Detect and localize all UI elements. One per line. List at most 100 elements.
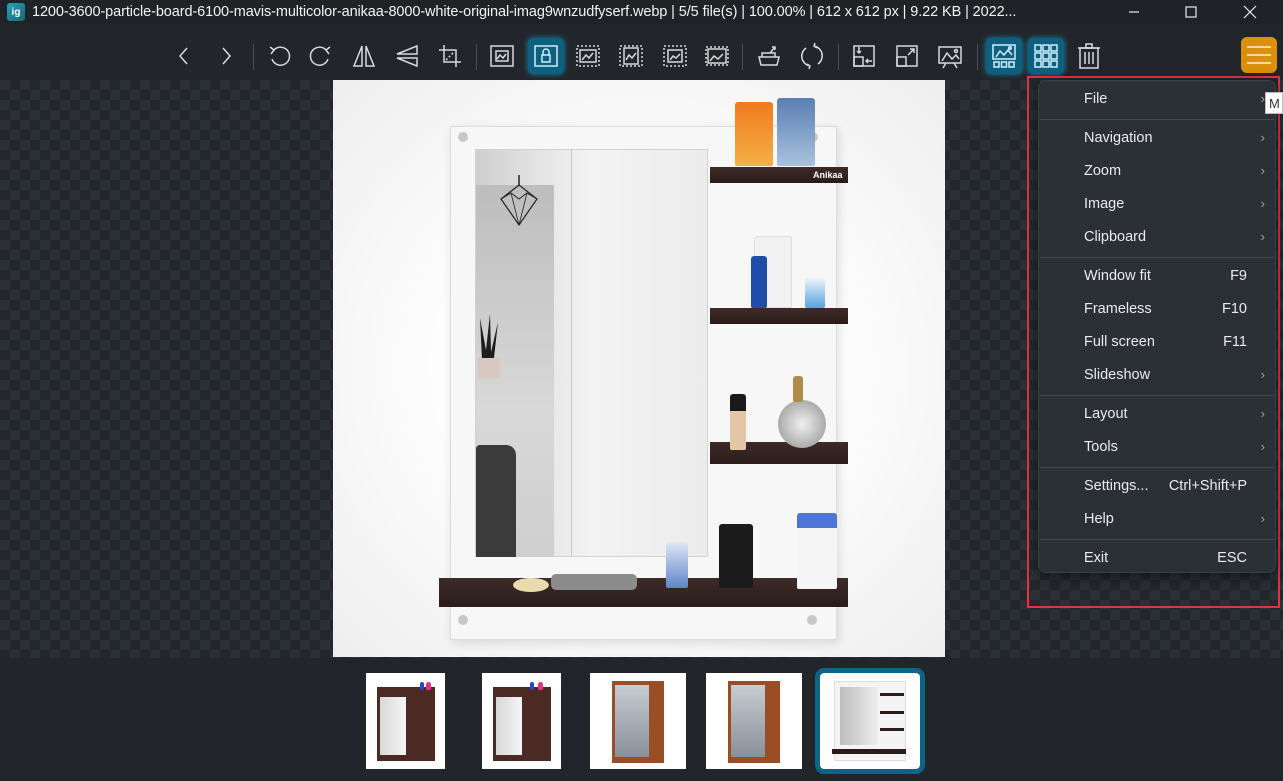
panel-screw bbox=[458, 615, 468, 625]
rotate-left-icon bbox=[269, 46, 291, 66]
menu-item-slideshow[interactable]: Slideshow › bbox=[1039, 358, 1275, 391]
menu-item-shortcut: F10 bbox=[1222, 300, 1247, 317]
slideshow-button[interactable] bbox=[932, 38, 968, 74]
scale-to-height-button[interactable] bbox=[613, 38, 649, 74]
chevron-right-icon: › bbox=[1260, 439, 1265, 454]
refresh-icon bbox=[801, 42, 823, 70]
chevron-right-icon bbox=[222, 47, 231, 65]
scale-to-fit-button[interactable] bbox=[657, 38, 693, 74]
crop-button[interactable] bbox=[432, 38, 468, 74]
compact-case bbox=[513, 578, 549, 592]
thumbnail-item bbox=[420, 682, 424, 690]
menu-item-label: Slideshow bbox=[1084, 366, 1151, 383]
toolbar-separator bbox=[742, 44, 743, 70]
menu-item-zoom[interactable]: Zoom › bbox=[1039, 154, 1275, 187]
chevron-right-icon: › bbox=[1260, 196, 1265, 211]
foundation-bottle bbox=[730, 394, 746, 450]
auto-zoom-button[interactable] bbox=[484, 38, 520, 74]
full-screen-button[interactable] bbox=[889, 38, 925, 74]
scale-to-width-button[interactable] bbox=[570, 38, 606, 74]
open-with-button[interactable] bbox=[751, 38, 787, 74]
chevron-right-icon: › bbox=[1260, 163, 1265, 178]
refresh-button[interactable] bbox=[794, 38, 830, 74]
thumbnail-shelf bbox=[880, 693, 904, 696]
delete-button[interactable] bbox=[1071, 38, 1107, 74]
tooltip: M bbox=[1265, 92, 1283, 114]
title-bar: ig 1200-3600-particle-board-6100-mavis-m… bbox=[0, 0, 1283, 24]
shelf bbox=[439, 578, 848, 607]
next-image-button[interactable] bbox=[208, 38, 244, 74]
menu-item-exit[interactable]: Exit ESC bbox=[1039, 541, 1275, 574]
thumbnail-2[interactable] bbox=[482, 673, 561, 769]
menu-item-label: Frameless bbox=[1084, 300, 1152, 317]
hamburger-menu-icon bbox=[1247, 46, 1271, 48]
full-screen-icon bbox=[896, 45, 918, 67]
main-menu-button[interactable] bbox=[1241, 37, 1277, 73]
previous-image-button[interactable] bbox=[166, 38, 202, 74]
menu-separator bbox=[1040, 539, 1274, 540]
window-fit-button[interactable] bbox=[846, 38, 882, 74]
main-menu: File › Navigation › Zoom › Image › Clipb… bbox=[1038, 80, 1276, 573]
flip-vertical-button[interactable] bbox=[389, 38, 425, 74]
lock-zoom-icon bbox=[534, 45, 558, 67]
menu-item-label: Settings... bbox=[1084, 477, 1149, 494]
rotate-left-button[interactable] bbox=[261, 38, 297, 74]
scale-to-fill-icon bbox=[705, 46, 729, 66]
rotate-right-button[interactable] bbox=[303, 38, 339, 74]
lock-zoom-button[interactable] bbox=[528, 38, 564, 74]
cosmetic-jar bbox=[666, 542, 688, 588]
thumbnail-4[interactable] bbox=[706, 673, 802, 769]
checkerboard-button[interactable] bbox=[1028, 38, 1064, 74]
plant-reflection bbox=[478, 314, 500, 378]
cosmetic-tube bbox=[735, 102, 773, 166]
menu-item-file[interactable]: File › bbox=[1039, 82, 1275, 115]
thumbnail-mirror bbox=[731, 685, 765, 757]
hamburger-line bbox=[1247, 62, 1271, 64]
menu-item-full-screen[interactable]: Full screen F11 bbox=[1039, 325, 1275, 358]
hamburger-line bbox=[1247, 54, 1271, 56]
image-viewer-window: ig 1200-3600-particle-board-6100-mavis-m… bbox=[0, 0, 1283, 781]
thumbnail-shelf bbox=[832, 749, 906, 754]
close-icon bbox=[1243, 5, 1257, 19]
menu-separator bbox=[1040, 395, 1274, 396]
thumbnail-bar-icon bbox=[992, 44, 1016, 68]
shelf bbox=[710, 308, 848, 324]
menu-item-shortcut: F9 bbox=[1230, 267, 1247, 284]
menu-item-settings[interactable]: Settings... Ctrl+Shift+P bbox=[1039, 469, 1275, 502]
mirror-divider bbox=[571, 149, 572, 557]
menu-separator bbox=[1040, 257, 1274, 258]
minimize-icon bbox=[1129, 11, 1139, 13]
thumbnail-item bbox=[530, 682, 534, 690]
thumbnail-3[interactable] bbox=[590, 673, 686, 769]
menu-item-layout[interactable]: Layout › bbox=[1039, 397, 1275, 430]
thumbnail-5[interactable] bbox=[815, 668, 925, 774]
thumbnail-1[interactable] bbox=[366, 673, 445, 769]
grid-icon bbox=[1034, 44, 1058, 68]
toolbar bbox=[0, 30, 1283, 80]
menu-item-help[interactable]: Help › bbox=[1039, 502, 1275, 535]
perfume-cap bbox=[793, 376, 803, 402]
scale-to-width-icon bbox=[576, 45, 600, 67]
cosmetic-tube bbox=[797, 513, 837, 589]
menu-separator bbox=[1040, 119, 1274, 120]
menu-item-tools[interactable]: Tools › bbox=[1039, 430, 1275, 463]
menu-separator bbox=[1040, 467, 1274, 468]
flip-horizontal-button[interactable] bbox=[346, 38, 382, 74]
scale-to-fill-button[interactable] bbox=[699, 38, 735, 74]
menu-item-frameless[interactable]: Frameless F10 bbox=[1039, 292, 1275, 325]
thumbnail-bar-button[interactable] bbox=[986, 38, 1022, 74]
menu-item-clipboard[interactable]: Clipboard › bbox=[1039, 220, 1275, 253]
maximize-button[interactable] bbox=[1162, 0, 1220, 24]
hair-brush bbox=[551, 574, 637, 590]
toolbar-separator bbox=[977, 44, 978, 70]
window-fit-icon bbox=[853, 45, 875, 67]
minimize-button[interactable] bbox=[1105, 0, 1163, 24]
menu-item-image[interactable]: Image › bbox=[1039, 187, 1275, 220]
menu-item-window-fit[interactable]: Window fit F9 bbox=[1039, 259, 1275, 292]
flip-vertical-icon bbox=[396, 44, 418, 68]
menu-item-navigation[interactable]: Navigation › bbox=[1039, 121, 1275, 154]
menu-item-label: Help bbox=[1084, 510, 1114, 527]
close-button[interactable] bbox=[1221, 0, 1279, 24]
thumbnail-shelf bbox=[880, 728, 904, 731]
thumbnail-item bbox=[538, 682, 543, 690]
